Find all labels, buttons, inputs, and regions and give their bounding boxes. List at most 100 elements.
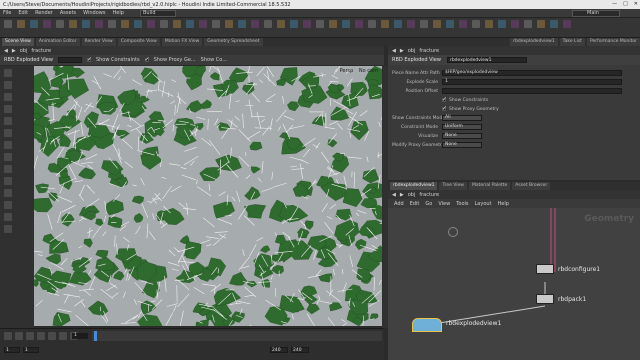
viewport-tool-icon[interactable]: [4, 93, 12, 101]
path-obj[interactable]: obj: [20, 48, 28, 54]
desktop-select[interactable]: Build: [140, 10, 176, 17]
viewport-tool-icon[interactable]: [4, 81, 12, 89]
viewport-tool-icon[interactable]: [4, 153, 12, 161]
shelf-tool-icon[interactable]: [108, 20, 116, 28]
menu-help[interactable]: Help: [112, 10, 123, 16]
menu-render[interactable]: Render: [35, 10, 53, 16]
viewport-tool-icon[interactable]: [4, 189, 12, 197]
shelf-tool-icon[interactable]: [43, 20, 51, 28]
param-node-name[interactable]: rbdexplodedview1: [446, 57, 527, 63]
net-menu-view[interactable]: View: [438, 201, 450, 207]
path-fracture[interactable]: fracture: [31, 48, 51, 54]
viewport-tool-icon[interactable]: [4, 225, 12, 233]
step-forward-icon[interactable]: [59, 332, 67, 340]
shelf-tool-icon[interactable]: [56, 20, 64, 28]
range-start[interactable]: 1: [4, 347, 20, 353]
shelf-tool-icon[interactable]: [225, 20, 233, 28]
shelf-tool-icon[interactable]: [342, 20, 350, 28]
shelf-tool-icon[interactable]: [537, 20, 545, 28]
menu-assets[interactable]: Assets: [60, 10, 76, 16]
tab-tree-view[interactable]: Tree View: [439, 182, 467, 190]
close-icon[interactable]: ✕: [634, 1, 638, 7]
shelf-tool-icon[interactable]: [160, 20, 168, 28]
viewport-tool-icon[interactable]: [4, 129, 12, 137]
tab-motion-fx-view[interactable]: Motion FX View: [161, 38, 203, 46]
shelf-tool-icon[interactable]: [69, 20, 77, 28]
view-label[interactable]: Persp No cam: [340, 68, 378, 74]
viewport-tool-icon[interactable]: [4, 105, 12, 113]
shelf-tool-icon[interactable]: [407, 20, 415, 28]
tab-scene-view[interactable]: Scene View: [2, 38, 34, 46]
net-menu-help[interactable]: Help: [498, 201, 509, 207]
viewport-field[interactable]: [57, 57, 82, 63]
shelf-tool-icon[interactable]: [329, 20, 337, 28]
stop-icon[interactable]: [37, 332, 45, 340]
shelf-tool-icon[interactable]: [134, 20, 142, 28]
frame-field[interactable]: 1: [72, 333, 88, 339]
tab-composite-view[interactable]: Composite View: [117, 38, 160, 46]
shelf-tool-icon[interactable]: [433, 20, 441, 28]
shelf-tool-icon[interactable]: [186, 20, 194, 28]
maximize-icon[interactable]: □: [623, 1, 628, 7]
shelf-tool-icon[interactable]: [95, 20, 103, 28]
viewport-tool-icon[interactable]: [4, 141, 12, 149]
shelf-tool-icon[interactable]: [290, 20, 298, 28]
show-constraints-checkbox[interactable]: [86, 56, 92, 63]
net-path-obj[interactable]: obj: [408, 192, 416, 198]
net-back-icon[interactable]: ◀: [392, 192, 396, 198]
tab-geometry-spreadsheet[interactable]: Geometry Spreadsheet: [204, 38, 263, 46]
viewport-tool-icon[interactable]: [4, 213, 12, 221]
shelf-tool-icon[interactable]: [4, 20, 12, 28]
param-dropdown[interactable]: None: [442, 133, 482, 139]
param-path-obj[interactable]: obj: [408, 48, 416, 54]
tab-net-main[interactable]: rbdexplodedview1: [390, 182, 438, 190]
tab-param[interactable]: rbdexplodedview1: [510, 38, 558, 46]
jump-start-icon[interactable]: [4, 332, 12, 340]
net-menu-layout[interactable]: Layout: [475, 201, 492, 207]
menu-windows[interactable]: Windows: [83, 10, 105, 16]
net-path-fracture[interactable]: fracture: [419, 192, 439, 198]
play-icon[interactable]: [48, 332, 56, 340]
shelf-tool-icon[interactable]: [394, 20, 402, 28]
param-dropdown[interactable]: Uniform: [442, 124, 482, 130]
menu-edit[interactable]: Edit: [18, 10, 28, 16]
range-end2[interactable]: 240: [291, 347, 309, 353]
net-menu-tools[interactable]: Tools: [456, 201, 468, 207]
shelf-tool-icon[interactable]: [251, 20, 259, 28]
shelf-tool-icon[interactable]: [563, 20, 571, 28]
param-field[interactable]: $HIP/geo/explodedview: [442, 70, 622, 76]
param-field[interactable]: 1: [442, 79, 622, 85]
node-rbdexplodedview1[interactable]: [412, 318, 442, 332]
menu-file[interactable]: File: [3, 10, 11, 16]
tab-render-view[interactable]: Render View: [81, 38, 116, 46]
shelf-tool-icon[interactable]: [30, 20, 38, 28]
shelf-tool-icon[interactable]: [355, 20, 363, 28]
param-checkbox[interactable]: [442, 105, 447, 112]
shelf-tool-icon[interactable]: [199, 20, 207, 28]
shelf-tool-icon[interactable]: [173, 20, 181, 28]
param-checkbox[interactable]: [442, 96, 447, 103]
shelf-tool-icon[interactable]: [368, 20, 376, 28]
viewport-tool-icon[interactable]: [4, 177, 12, 185]
shelf-tool-icon[interactable]: [264, 20, 272, 28]
shelf-tool-icon[interactable]: [381, 20, 389, 28]
viewport-tool-icon[interactable]: [4, 117, 12, 125]
shelf-tool-icon[interactable]: [498, 20, 506, 28]
play-reverse-icon[interactable]: [26, 332, 34, 340]
step-back-icon[interactable]: [15, 332, 23, 340]
node-rbdpack1[interactable]: [536, 294, 554, 304]
shelf-tool-icon[interactable]: [82, 20, 90, 28]
playhead[interactable]: [94, 331, 97, 341]
param-back-icon[interactable]: ◀: [392, 48, 396, 54]
range-end[interactable]: 240: [270, 347, 288, 353]
minimize-icon[interactable]: —: [612, 1, 617, 7]
main-select[interactable]: Main: [572, 10, 620, 17]
shelf-tool-icon[interactable]: [511, 20, 519, 28]
shelf-tool-icon[interactable]: [277, 20, 285, 28]
net-menu-add[interactable]: Add: [394, 201, 404, 207]
back-arrow-icon[interactable]: ◀: [4, 48, 8, 54]
viewport-tool-icon[interactable]: [4, 69, 12, 77]
shelf-tool-icon[interactable]: [212, 20, 220, 28]
shelf-tool-icon[interactable]: [472, 20, 480, 28]
shelf-tool-icon[interactable]: [238, 20, 246, 28]
